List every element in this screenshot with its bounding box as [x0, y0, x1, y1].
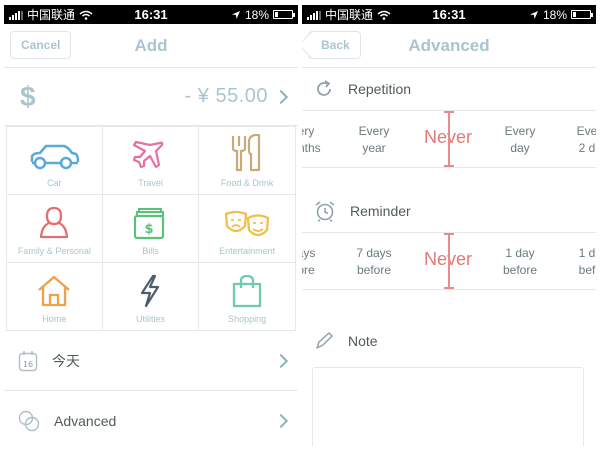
battery-percent: 18%: [542, 7, 567, 22]
currency-symbol: $: [20, 80, 36, 112]
carrier: 中国联通: [27, 8, 76, 22]
calendar-day: 16: [23, 360, 33, 369]
repetition-header: Repetition: [302, 68, 596, 110]
picker-option[interactable]: aysore: [302, 245, 336, 279]
picker-option[interactable]: 7 days before: [344, 245, 404, 279]
category-label: Bills: [142, 246, 159, 256]
page-title: Advanced: [408, 35, 490, 55]
wifi-icon: [79, 10, 93, 20]
note-textarea[interactable]: [312, 367, 584, 446]
car-icon: [31, 144, 80, 170]
cancel-button[interactable]: Cancel: [10, 31, 72, 59]
back-label: Back: [321, 38, 350, 52]
pen-icon: [316, 332, 333, 349]
category-car[interactable]: Car: [6, 127, 103, 195]
picker-option[interactable]: Eve 2 d: [557, 123, 596, 157]
location-arrow-icon: [529, 10, 538, 19]
bag-icon: [233, 274, 262, 308]
alarm-clock-icon: [315, 201, 335, 222]
chevron-right-icon: [273, 413, 289, 428]
picker-selection-line: [444, 111, 454, 167]
wifi-icon: [377, 10, 391, 20]
plane-icon: [133, 140, 164, 169]
date-row[interactable]: 16 今天: [4, 331, 298, 391]
advanced-label: Advanced: [54, 412, 117, 429]
add-screen: 中国联通 16:31 18% Cancel Add $ - ¥ 55.00 Ca…: [4, 5, 298, 446]
category-utilities[interactable]: Utilities: [102, 263, 200, 331]
note-header: Note: [302, 320, 596, 362]
category-label: Entertainment: [219, 246, 276, 256]
picker-option[interactable]: 1 day before: [490, 245, 550, 279]
signal-icon: [9, 10, 23, 20]
person-icon: [40, 206, 69, 239]
category-grid: Car Travel Food & Drink Family & Persona…: [6, 126, 296, 331]
reminder-header: Reminder: [302, 190, 596, 232]
advanced-screen: 中国联通 16:31 18% Back Advanced Repetition …: [302, 5, 596, 446]
chevron-right-icon: [273, 353, 289, 368]
house-icon: [38, 275, 71, 307]
category-label: Family & Personal: [17, 246, 91, 256]
amount-value: - ¥ 55.00: [184, 85, 268, 107]
battery-percent: 18%: [244, 7, 269, 22]
category-label: Car: [47, 178, 62, 188]
picker-selection-line: [444, 233, 454, 289]
category-travel[interactable]: Travel: [102, 127, 200, 195]
category-bills[interactable]: $ Bills: [102, 195, 200, 263]
repeat-icon: [317, 80, 331, 96]
navbar: Cancel Add: [4, 24, 298, 68]
picker-option[interactable]: Every day: [490, 123, 550, 157]
picker-option[interactable]: eryonths: [302, 123, 336, 157]
picker-option[interactable]: 1 d bef: [557, 245, 596, 279]
advanced-circles-icon: [18, 410, 40, 431]
repetition-picker[interactable]: eryonths Everyyear Never Everyday Eve2 d: [302, 110, 596, 168]
signal-icon: [307, 10, 321, 20]
back-button[interactable]: Back: [308, 31, 361, 59]
amount-row[interactable]: $ - ¥ 55.00: [4, 68, 298, 126]
category-shopping[interactable]: Shopping: [199, 263, 296, 331]
battery-icon: [571, 10, 593, 19]
category-label: Home: [42, 314, 67, 324]
category-label: Food & Drink: [220, 178, 274, 188]
category-label: Shopping: [228, 314, 267, 324]
category-label: Travel: [138, 178, 163, 188]
category-entertainment[interactable]: Entertainment: [199, 195, 296, 263]
category-home[interactable]: Home: [6, 263, 103, 331]
status-bar: 中国联通 16:31 18%: [302, 5, 596, 24]
category-family-personal[interactable]: Family & Personal: [6, 195, 103, 263]
category-label: Utilities: [135, 314, 165, 324]
category-food-drink[interactable]: Food & Drink: [199, 127, 296, 195]
reminder-label: Reminder: [350, 203, 411, 219]
reminder-picker[interactable]: aysore 7 daysbefore Never 1 daybefore 1 …: [302, 232, 596, 290]
bolt-icon: [141, 274, 160, 308]
calendar-icon: 16: [18, 350, 38, 371]
battery-icon: [273, 10, 295, 19]
page-title: Add: [134, 35, 168, 55]
picker-option[interactable]: Every year: [344, 123, 404, 157]
masks-icon: [224, 210, 270, 237]
navbar: Back Advanced: [302, 24, 596, 68]
location-arrow-icon: [231, 10, 240, 19]
note-label: Note: [348, 333, 378, 349]
status-bar: 中国联通 16:31 18%: [4, 5, 298, 24]
chevron-right-icon: [273, 89, 289, 104]
repetition-label: Repetition: [348, 81, 412, 97]
carrier: 中国联通: [325, 8, 374, 22]
bills-icon: $: [134, 208, 165, 240]
fork-knife-icon: [232, 134, 261, 172]
advanced-row[interactable]: Advanced: [4, 391, 298, 446]
svg-text:$: $: [145, 222, 154, 237]
date-label: 今天: [52, 352, 80, 369]
